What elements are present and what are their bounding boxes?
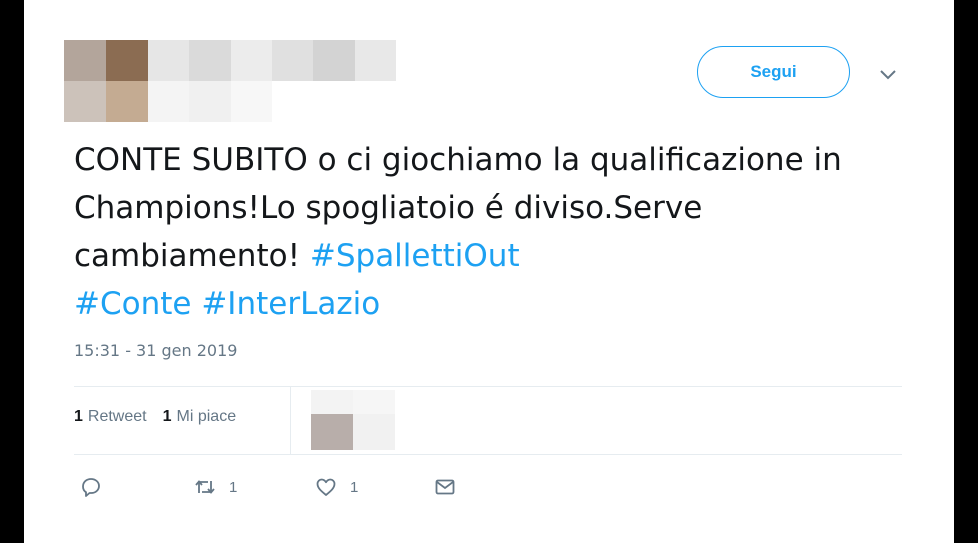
user-name-redacted[interactable] bbox=[148, 40, 396, 122]
retweet-icon bbox=[195, 480, 215, 494]
timestamp[interactable]: 15:31 - 31 gen 2019 bbox=[74, 341, 237, 360]
divider bbox=[74, 386, 902, 387]
reply-icon bbox=[82, 478, 100, 497]
likes-stat[interactable]: 1 Mi piace bbox=[163, 408, 236, 426]
tweet-text: CONTE SUBITO o ci giochiamo la qualifica… bbox=[74, 136, 904, 328]
tweet-stats: 1 Retweet 1 Mi piace bbox=[74, 408, 236, 426]
like-count: 1 bbox=[350, 478, 359, 496]
like-button[interactable]: 1 bbox=[314, 475, 358, 499]
hashtag-link[interactable]: #SpallettiOut bbox=[310, 238, 520, 274]
envelope-icon bbox=[435, 479, 455, 495]
likers-avatars[interactable] bbox=[311, 390, 395, 450]
likes-label: Mi piace bbox=[176, 408, 237, 425]
avatar[interactable] bbox=[64, 40, 148, 122]
reply-button[interactable] bbox=[79, 475, 103, 499]
retweet-button[interactable]: 1 bbox=[193, 475, 237, 499]
retweet-count: 1 bbox=[229, 478, 238, 496]
tweet-card: Segui CONTE SUBITO o ci giochiamo la qua… bbox=[24, 0, 954, 543]
retweets-stat[interactable]: 1 Retweet bbox=[74, 408, 147, 426]
tweet-actions: 1 1 bbox=[79, 475, 479, 505]
heart-icon bbox=[316, 478, 336, 496]
hashtag-link[interactable]: #Conte bbox=[74, 286, 191, 322]
follow-button[interactable]: Segui bbox=[697, 46, 850, 98]
retweets-count: 1 bbox=[74, 408, 83, 425]
divider bbox=[74, 454, 902, 455]
retweets-label: Retweet bbox=[87, 408, 147, 425]
likes-count: 1 bbox=[162, 408, 172, 425]
hashtag-link[interactable]: #InterLazio bbox=[201, 286, 380, 322]
chevron-down-icon[interactable] bbox=[876, 62, 900, 86]
stats-separator bbox=[290, 386, 291, 454]
message-button[interactable] bbox=[433, 475, 457, 499]
